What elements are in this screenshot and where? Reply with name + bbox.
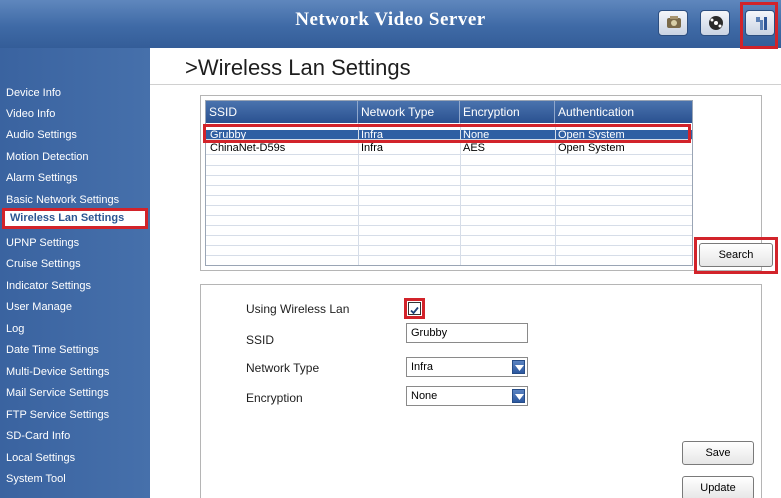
network-type-select[interactable]: Infra bbox=[406, 357, 528, 377]
table-row[interactable]: ChinaNet-D59s Infra AES Open System bbox=[206, 142, 692, 155]
selected-row-highlight bbox=[203, 124, 691, 143]
playback-button[interactable] bbox=[700, 10, 730, 36]
column-header-encryption: Encryption bbox=[460, 101, 555, 123]
encryption-label: Encryption bbox=[246, 391, 303, 405]
ssid-label: SSID bbox=[246, 333, 275, 347]
network-type-label: Network Type bbox=[246, 361, 320, 375]
save-button[interactable]: Save bbox=[682, 441, 754, 465]
dropdown-arrow-icon bbox=[512, 360, 525, 374]
sidebar-item-mail-service-settings[interactable]: Mail Service Settings bbox=[6, 383, 148, 404]
checkbox-highlight bbox=[404, 298, 425, 319]
sidebar-item-alarm-settings[interactable]: Alarm Settings bbox=[6, 168, 148, 189]
sidebar-item-local-settings[interactable]: Local Settings bbox=[6, 448, 148, 469]
table-row-empty bbox=[206, 216, 692, 226]
dropdown-arrow-icon bbox=[512, 389, 525, 403]
header-bar: Network Video Server bbox=[0, 0, 781, 49]
sidebar-item-indicator-settings[interactable]: Indicator Settings bbox=[6, 276, 148, 297]
playback-icon bbox=[709, 16, 723, 30]
using-wireless-label: Using Wireless Lan bbox=[246, 302, 350, 316]
page-title: >Wireless Lan Settings bbox=[185, 55, 411, 80]
table-row-empty bbox=[206, 176, 692, 186]
encryption-value: None bbox=[411, 390, 438, 402]
settings-highlight bbox=[740, 2, 778, 49]
sidebar-item-wireless-lan-settings[interactable]: Wireless Lan Settings bbox=[2, 208, 148, 229]
video-button[interactable] bbox=[658, 10, 688, 36]
app-root: Network Video Server Device Info Video I… bbox=[0, 0, 781, 498]
column-divider bbox=[358, 123, 359, 265]
network-type-value: Infra bbox=[411, 361, 434, 373]
column-divider bbox=[555, 123, 556, 265]
cell-encryption: AES bbox=[463, 143, 486, 154]
table-row-empty bbox=[206, 256, 692, 265]
column-header-authentication: Authentication bbox=[555, 101, 692, 123]
table-row-empty bbox=[206, 206, 692, 216]
sidebar-item-log[interactable]: Log bbox=[6, 319, 148, 340]
encryption-select[interactable]: None bbox=[406, 386, 528, 406]
table-row-empty bbox=[206, 166, 692, 176]
cell-network-type: Infra bbox=[361, 143, 384, 154]
cell-ssid: ChinaNet-D59s bbox=[210, 143, 286, 154]
sidebar-item-audio-settings[interactable]: Audio Settings bbox=[6, 125, 148, 146]
table-row-empty bbox=[206, 186, 692, 196]
video-icon bbox=[667, 16, 681, 28]
table-row-empty bbox=[206, 226, 692, 236]
ssid-input[interactable]: Grubby bbox=[406, 323, 528, 343]
column-header-network-type: Network Type bbox=[358, 101, 460, 123]
table-row-empty bbox=[206, 236, 692, 246]
column-divider bbox=[460, 123, 461, 265]
sidebar-item-system-tool[interactable]: System Tool bbox=[6, 469, 148, 490]
sidebar-item-date-time-settings[interactable]: Date Time Settings bbox=[6, 340, 148, 361]
sidebar-item-ftp-service-settings[interactable]: FTP Service Settings bbox=[6, 405, 148, 426]
table-row-empty bbox=[206, 196, 692, 206]
sidebar-item-upnp-settings[interactable]: UPNP Settings bbox=[6, 233, 148, 254]
sidebar-item-user-manage[interactable]: User Manage bbox=[6, 297, 148, 318]
sidebar-item-video-info[interactable]: Video Info bbox=[6, 104, 148, 125]
column-header-ssid: SSID bbox=[206, 101, 358, 123]
wifi-scan-panel: SSID Network Type Encryption Authenticat… bbox=[200, 95, 762, 271]
sidebar-item-device-info[interactable]: Device Info bbox=[6, 83, 148, 104]
sidebar-item-motion-detection[interactable]: Motion Detection bbox=[6, 147, 148, 168]
update-button[interactable]: Update bbox=[682, 476, 754, 498]
table-row-empty bbox=[206, 156, 692, 166]
sidebar-item-cruise-settings[interactable]: Cruise Settings bbox=[6, 254, 148, 275]
sidebar-item-sd-card-info[interactable]: SD-Card Info bbox=[6, 426, 148, 447]
title-divider bbox=[150, 84, 781, 85]
search-button-highlight bbox=[694, 237, 778, 274]
table-row-empty bbox=[206, 246, 692, 256]
sidebar: Device Info Video Info Audio Settings Mo… bbox=[0, 48, 150, 498]
cell-authentication: Open System bbox=[558, 143, 625, 154]
sidebar-item-multi-device-settings[interactable]: Multi-Device Settings bbox=[6, 362, 148, 383]
